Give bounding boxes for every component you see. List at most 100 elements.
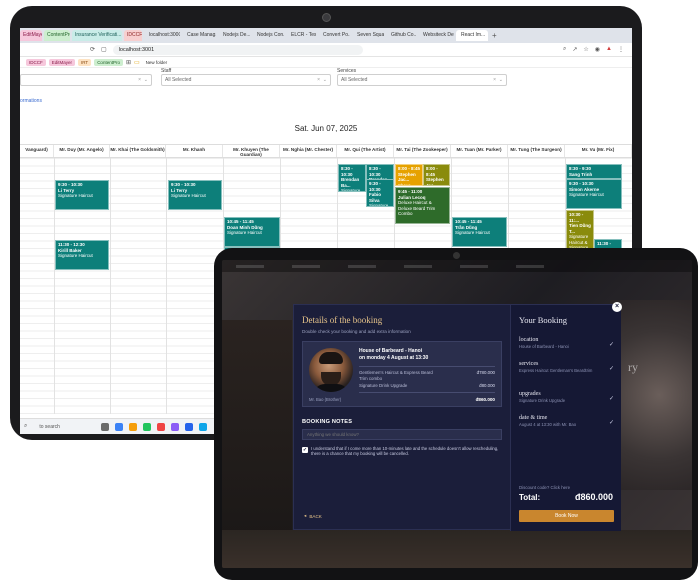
clear-icon[interactable]: ×	[138, 75, 141, 85]
bookmark-item[interactable]: ContentPro	[94, 58, 123, 66]
brave-icon[interactable]	[157, 422, 166, 431]
appointment-block[interactable]: 9:30 - 10:30 Li Terry Signature Haircut	[55, 180, 109, 210]
booking-details-panel: Details of the booking Double check your…	[294, 305, 510, 531]
bookmarks-bar: IDCCF EditMayer IRT ContentPro ⊞ ▭ New folder	[20, 57, 632, 68]
services-select[interactable]: All Selected × ⌄	[337, 74, 507, 86]
appointment-block[interactable]: 8:30 - 9:30 Sang Trinh	[566, 164, 622, 179]
appointment-block[interactable]: 8:30 - 10:30Brendan Ba...Signature Hairc…	[338, 164, 366, 192]
tab-label: Insurance Verificati...	[75, 32, 122, 38]
close-icon[interactable]: ×	[612, 302, 622, 312]
staff-name: Mr. Bao (Brother)	[309, 397, 342, 402]
agree-checkbox[interactable]: ✓	[302, 447, 308, 453]
folder-icon[interactable]	[129, 422, 138, 431]
browser-tab[interactable]: IDCCF	[124, 30, 142, 41]
book-now-button[interactable]: Book Now	[519, 510, 614, 522]
task-view-icon[interactable]	[101, 422, 110, 431]
browser-tab[interactable]: React Im...	[456, 30, 488, 41]
appointment-block[interactable]: 10:45 - 11:45 Trần Dũng Signature Haircut	[452, 217, 507, 247]
background-photo-right: ry	[610, 300, 692, 490]
appointment-block[interactable]: 11:30 - 12:30 Kirill Baker Signature Hairc…	[55, 240, 109, 270]
bookmark-item[interactable]: New folder	[143, 59, 171, 66]
appointment-block[interactable]: 9:30 - 10:30 Simon Akerne Signature Haircu…	[566, 179, 622, 209]
bookmark-item[interactable]: IDCCF	[26, 58, 46, 66]
browser-actions: ⌕ ↗ ☆ ◉ ▲ ⋮	[563, 46, 632, 53]
mail-icon[interactable]	[199, 422, 208, 431]
browser-tab[interactable]: ELCR - Test	[286, 30, 316, 41]
appointment-block[interactable]: 8:00 - 8:45 Stephen Jac... Shave	[395, 164, 423, 186]
appointment-block[interactable]: 10:45 - 11:45 Doan Minh Dũng Signature Hai…	[224, 217, 280, 247]
browser-tab[interactable]: EditMayer	[20, 30, 42, 41]
app-icon[interactable]	[143, 422, 152, 431]
tablet-camera	[453, 252, 460, 259]
teams-icon[interactable]	[171, 422, 180, 431]
site-nav-background	[222, 260, 692, 272]
clear-icon[interactable]: ×	[317, 75, 320, 85]
extension-icon[interactable]: ◉	[595, 46, 600, 53]
bookmark-item[interactable]: IRT	[78, 58, 92, 66]
summary-label: date & time	[519, 415, 548, 421]
zoom-icon[interactable]: ⌕	[563, 46, 566, 53]
appointment-block[interactable]: 9:30 - 10:30 Li Terry Signature Haircut	[168, 180, 222, 210]
appointment-block[interactable]: 9:30 - 10:30Fabio SilvaSignature Haircut	[366, 179, 394, 207]
browser-tab[interactable]: Github Co...	[386, 30, 416, 41]
star-icon[interactable]: ☆	[583, 46, 588, 53]
summary-value: Signature Drink Upgrade	[519, 398, 566, 403]
browser-tab[interactable]: Nodejs Con...	[252, 30, 284, 41]
apps-icon[interactable]: ⊞	[126, 59, 131, 66]
clear-icon[interactable]: ×	[493, 75, 496, 85]
summary-item-datetime: date & time August 4 at 13:30 with Mr. B…	[519, 415, 614, 427]
summary-item-upgrades: upgrades Signature Drink Upgrade ✓	[519, 391, 614, 403]
appointment-service: Signature Haircut	[171, 193, 206, 198]
discount-link[interactable]: Discount code? Click here	[519, 485, 570, 490]
menu-icon[interactable]: ⋮	[618, 46, 624, 53]
appointment-block[interactable]: 9:45 - 11:00 Julian Lecoq Deluxe Haircut &…	[395, 187, 450, 224]
chevron-down-icon[interactable]: ⌄	[323, 75, 327, 85]
appointment-name: Tien Dũng T...	[569, 223, 591, 234]
taskbar-search[interactable]: to search	[31, 422, 95, 432]
search-icon[interactable]: ⌕	[24, 423, 27, 430]
browser-tab[interactable]: ContentPro	[44, 30, 70, 41]
staff-column-header: Mr. Duy (Mr. Angelo)	[54, 145, 110, 157]
background-photo-left	[222, 320, 292, 560]
background-photo-bottom	[222, 530, 692, 568]
tab-label: Websiteck De...	[423, 32, 454, 38]
staff-column-header: Mr. Khuyen (The Guardian)	[223, 145, 280, 157]
browser-tab[interactable]: Case Manag...	[182, 30, 216, 41]
folder-icon: ▭	[133, 59, 140, 66]
summary-value: House of Barbeard - Hanoi	[519, 344, 569, 349]
booking-modal: Details of the booking Double check your…	[293, 304, 621, 531]
tablet-frame: ry Details of the booking Double check y…	[214, 248, 698, 580]
browser-tab[interactable]: localhost:3000	[144, 30, 180, 41]
back-button[interactable]: ◂ BACK	[304, 513, 322, 519]
check-icon: ✓	[608, 342, 614, 348]
tab-label: ELCR - Test	[291, 32, 316, 38]
new-tab-icon[interactable]: +	[492, 31, 497, 40]
browser-tab[interactable]: Seven Squa...	[352, 30, 384, 41]
address-bar: ⟳ ▢ localhost:3001 ⌕ ↗ ☆ ◉ ▲ ⋮	[20, 43, 632, 57]
browser-tab[interactable]: Nodejs De...	[218, 30, 250, 41]
appointment-time: 9:30 - 10:30	[369, 181, 381, 192]
browser-tabstrip: EditMayer ContentPro Insurance Verificati.…	[20, 28, 632, 43]
browser-tab[interactable]: Insurance Verificati...	[72, 30, 122, 41]
browser-tab[interactable]: Convert Po...	[318, 30, 350, 41]
vscode-icon[interactable]	[185, 422, 194, 431]
card-total: đ860.000	[475, 397, 495, 402]
tab-label: localhost:3000	[149, 32, 180, 38]
reload-icon[interactable]: ⟳	[90, 46, 95, 53]
chrome-icon[interactable]	[115, 422, 124, 431]
appointment-block[interactable]: 8:00 - 8:45Stephen Jac...Signature	[423, 164, 450, 186]
browser-tab[interactable]: Websiteck De...	[418, 30, 454, 41]
url-field[interactable]: localhost:3001	[112, 44, 363, 55]
chevron-down-icon[interactable]: ⌄	[499, 75, 503, 85]
summary-label: upgrades	[519, 391, 541, 397]
bookmark-item[interactable]: EditMayer	[48, 58, 76, 66]
staff-column-header: Mr. Nghia (Mr. Chester)	[280, 145, 337, 157]
tab-label: Nodejs De...	[223, 32, 250, 38]
chevron-down-icon[interactable]: ⌄	[144, 75, 148, 85]
notes-input[interactable]	[302, 429, 502, 440]
staff-select[interactable]: All Selected × ⌄	[161, 74, 331, 86]
filter-select-first[interactable]: × ⌄	[20, 74, 152, 86]
informations-link[interactable]: ormations	[20, 98, 42, 104]
share-icon[interactable]: ↗	[572, 46, 577, 53]
warning-icon[interactable]: ▲	[606, 46, 612, 53]
